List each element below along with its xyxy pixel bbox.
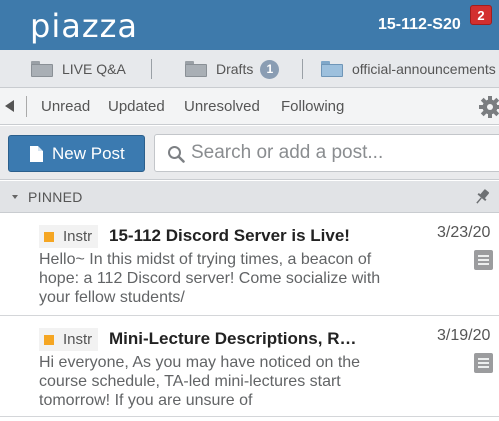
notification-badge[interactable]: 2 — [470, 5, 492, 25]
note-icon — [474, 353, 493, 373]
gear-icon[interactable] — [478, 95, 499, 119]
instructor-tag: Instr — [39, 328, 99, 351]
search-icon — [168, 146, 185, 163]
piazza-logo[interactable]: piazza — [30, 7, 138, 45]
post-title[interactable]: Mini-Lecture Descriptions, R… — [109, 329, 356, 349]
left-arrow-icon[interactable] — [5, 100, 14, 112]
new-post-button[interactable]: New Post — [8, 135, 145, 172]
folder-label: LIVE Q&A — [62, 61, 126, 77]
post-snippet: Hello~ In this midst of trying times, a … — [39, 251, 381, 306]
filter-divider — [26, 96, 27, 117]
instructor-square-icon — [44, 231, 54, 242]
action-row: New Post — [0, 126, 499, 180]
folder-drafts[interactable]: Drafts 1 — [185, 59, 280, 79]
folder-icon — [31, 61, 53, 77]
pinned-section-header[interactable]: PINNED — [0, 181, 499, 213]
post-list-item[interactable]: Instr Mini-Lecture Descriptions, R… 3/19… — [0, 316, 499, 417]
instructor-tag-label: Instr — [63, 331, 93, 348]
post-list-item[interactable]: Instr 15-112 Discord Server is Live! 3/2… — [0, 213, 499, 316]
folder-label: official-announcements — [352, 61, 496, 77]
filter-unread[interactable]: Unread — [41, 98, 90, 115]
filter-updated[interactable]: Updated — [108, 98, 165, 115]
course-name[interactable]: 15-112-S20 — [378, 16, 461, 34]
folder-bar: LIVE Q&A Drafts 1 official-announcements — [0, 50, 499, 88]
pinned-label: PINNED — [28, 189, 83, 205]
folder-icon — [321, 61, 343, 77]
folder-official-announcements[interactable]: official-announcements — [321, 59, 496, 79]
post-snippet: Hi everyone, As you may have noticed on … — [39, 354, 361, 409]
folder-label: Drafts — [216, 61, 254, 77]
new-post-label: New Post — [52, 144, 125, 163]
filter-following[interactable]: Following — [281, 98, 344, 115]
folder-live-qa[interactable]: LIVE Q&A — [31, 59, 126, 79]
chevron-down-icon[interactable] — [12, 195, 18, 199]
post-date: 3/23/20 — [437, 224, 491, 241]
filter-bar: Unread Updated Unresolved Following — [0, 88, 499, 125]
folder-icon — [185, 61, 207, 77]
folder-divider — [151, 59, 152, 79]
document-icon — [30, 146, 43, 162]
filter-unresolved[interactable]: Unresolved — [184, 98, 260, 115]
pin-icon — [476, 189, 490, 204]
drafts-count-badge: 1 — [260, 59, 280, 79]
instructor-square-icon — [44, 334, 54, 345]
instructor-tag-label: Instr — [63, 228, 93, 245]
note-icon — [474, 250, 493, 270]
post-title[interactable]: 15-112 Discord Server is Live! — [109, 226, 350, 246]
folder-divider — [302, 59, 303, 79]
search-box[interactable] — [154, 134, 499, 172]
search-input[interactable] — [191, 135, 491, 171]
post-date: 3/19/20 — [437, 327, 491, 344]
top-header: piazza 15-112-S20 2 — [0, 0, 499, 50]
instructor-tag: Instr — [39, 225, 99, 248]
